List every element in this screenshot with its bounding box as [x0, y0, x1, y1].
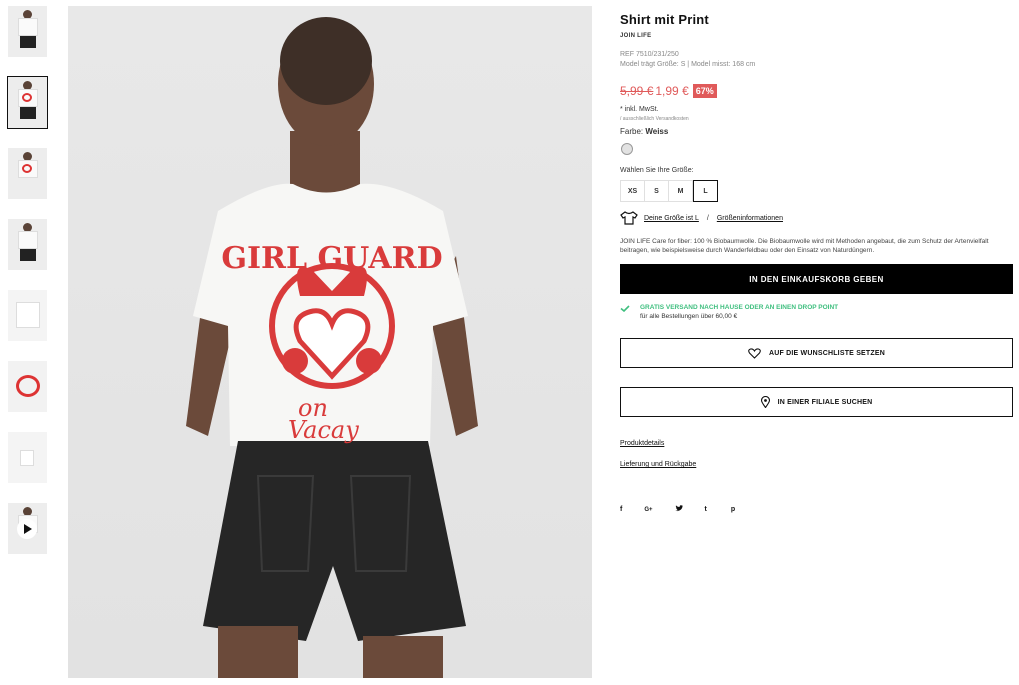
size-option-l[interactable]: L	[693, 180, 718, 202]
facebook-icon[interactable]: f	[620, 506, 622, 513]
thumbnail-strip	[7, 6, 48, 574]
wishlist-button[interactable]: AUF DIE WUNSCHLISTE SETZEN	[620, 338, 1013, 368]
find-in-store-button[interactable]: IN EINER FILIALE SUCHEN	[620, 387, 1013, 417]
new-price: 1,99 €	[655, 84, 689, 98]
product-photo: GIRL GUARD on Vacay	[186, 17, 478, 678]
free-shipping-subtitle: für alle Bestellungen über 60,00 €	[640, 313, 738, 320]
social-share: f G+ t p	[620, 505, 1014, 514]
size-label: Wählen Sie Ihre Größe:	[620, 167, 694, 174]
location-pin-icon	[760, 396, 770, 408]
color-label: Farbe: Weiss	[620, 127, 669, 136]
heart-icon	[748, 347, 761, 359]
product-info-panel: Shirt mit Print JOIN LIFE REF 7510/231/2…	[620, 12, 1014, 514]
twitter-icon[interactable]	[674, 505, 683, 514]
shipping-note: / ausschließlich Versandkosten	[620, 116, 689, 122]
old-price: 5,99 €	[620, 84, 654, 98]
free-shipping-title: GRATIS VERSAND NACH HAUSE ODER AN EINEN …	[640, 304, 839, 311]
tumblr-icon[interactable]: t	[705, 506, 707, 513]
thumbnail-video[interactable]	[8, 503, 47, 554]
print-top-text: GIRL GUARD	[221, 241, 442, 276]
size-links: Deine Größe ist L / Größeninformationen	[620, 211, 1014, 225]
thumbnail-back-view[interactable]	[7, 76, 48, 129]
product-title: Shirt mit Print	[620, 12, 709, 27]
tax-note: * inkl. MwSt.	[620, 106, 659, 113]
discount-badge: 67%	[692, 84, 717, 98]
color-value: Weiss	[645, 127, 669, 136]
product-description: JOIN LIFE Care for fiber: 100 % Biobaumw…	[620, 238, 989, 254]
size-selector: XS S M L	[620, 180, 1014, 202]
product-details-link[interactable]: Produktdetails	[620, 440, 1014, 447]
price-row: 5,99 € 1,99 € 67%	[620, 84, 1014, 98]
check-icon	[620, 305, 630, 312]
print-bottom-vacay: Vacay	[288, 416, 359, 444]
size-info-link[interactable]: Größeninformationen	[717, 215, 783, 222]
wishlist-button-label: AUF DIE WUNSCHLISTE SETZEN	[768, 349, 886, 357]
product-reference: REF 7510/231/250	[620, 51, 679, 58]
main-product-image[interactable]: GIRL GUARD on Vacay	[68, 6, 592, 678]
thumbnail-flat-front[interactable]	[8, 290, 47, 341]
thumbnail-full-body[interactable]	[8, 219, 47, 270]
pinterest-icon[interactable]: p	[731, 506, 735, 513]
product-brand: JOIN LIFE	[620, 33, 652, 39]
size-option-s[interactable]: S	[644, 180, 669, 202]
delivery-returns-link[interactable]: Lieferung und Rückgabe	[620, 461, 1014, 468]
find-in-store-label: IN EINER FILIALE SUCHEN	[777, 398, 873, 406]
thumbnail-front-pose[interactable]	[8, 6, 47, 57]
thumbnail-print-closeup[interactable]	[8, 361, 47, 412]
thumbnail-label-detail[interactable]	[8, 432, 47, 483]
play-icon	[17, 519, 37, 539]
size-option-xs[interactable]: XS	[620, 180, 645, 202]
thumbnail-print-detail[interactable]	[8, 148, 47, 199]
model-info: Model trägt Größe: S | Model misst: 168 …	[620, 61, 756, 68]
size-option-m[interactable]: M	[668, 180, 693, 202]
size-link-separator: /	[706, 214, 709, 222]
color-swatch-weiss[interactable]	[621, 143, 633, 155]
free-shipping-info: GRATIS VERSAND NACH HAUSE ODER AN EINEN …	[620, 304, 1014, 320]
add-to-cart-button[interactable]: IN DEN EINKAUFSKORB GEBEN	[620, 264, 1013, 294]
google-plus-icon[interactable]: G+	[644, 507, 652, 513]
tshirt-icon	[620, 211, 638, 225]
your-size-link[interactable]: Deine Größe ist L	[644, 215, 699, 222]
